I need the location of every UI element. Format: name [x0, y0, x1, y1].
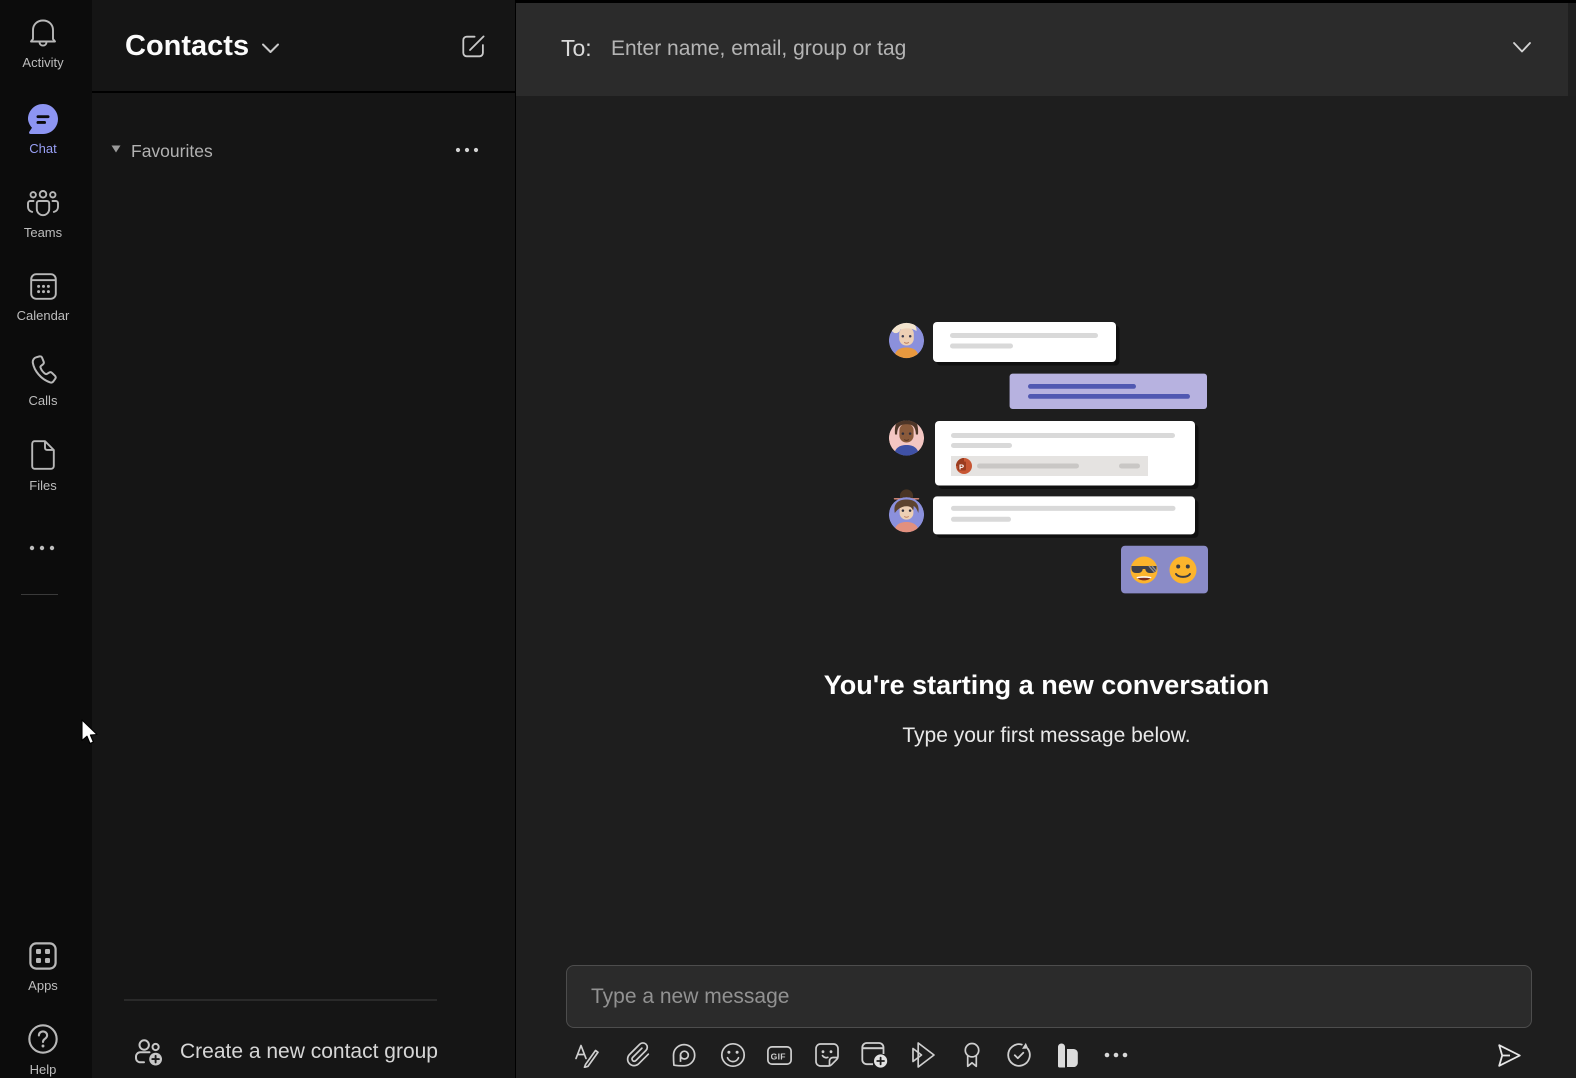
- svg-text:GIF: GIF: [771, 1052, 786, 1062]
- svg-text:P: P: [959, 463, 964, 472]
